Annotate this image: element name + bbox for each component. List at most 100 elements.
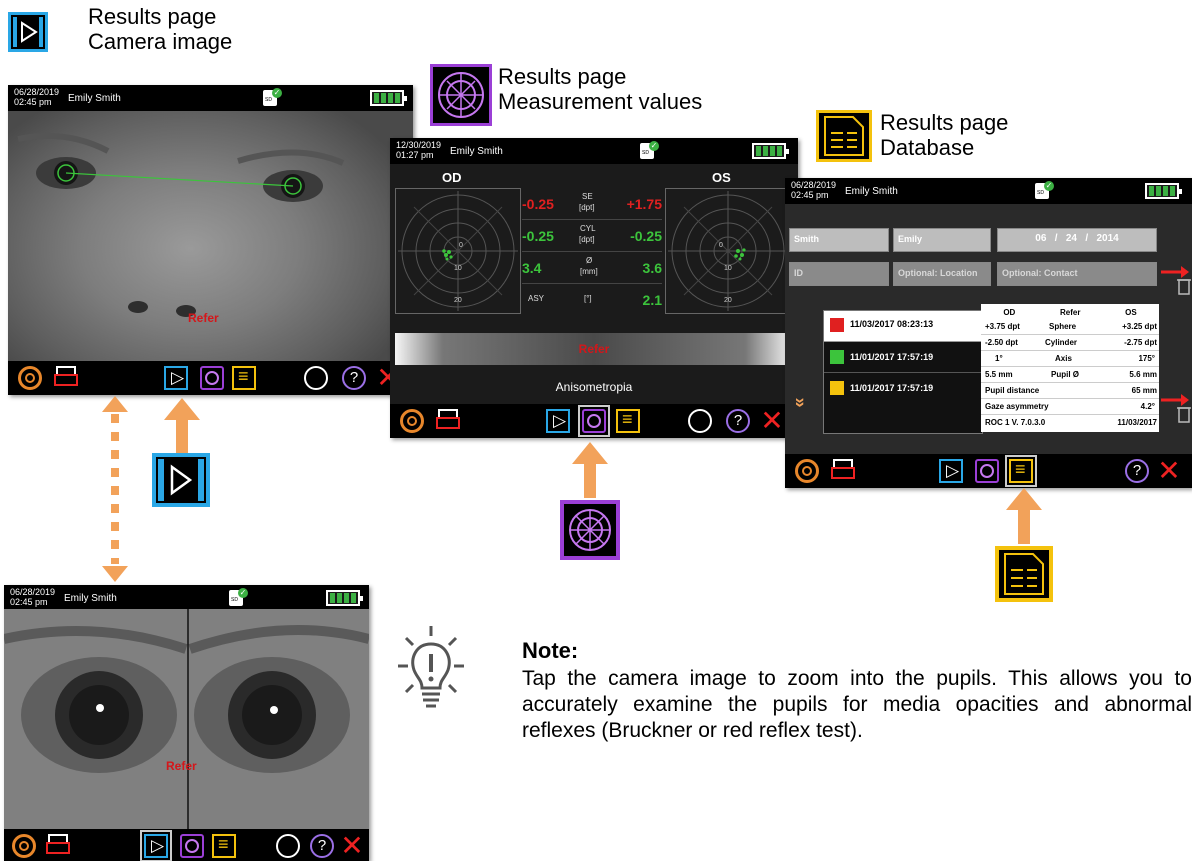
- close-icon[interactable]: ✕: [1157, 457, 1181, 485]
- date-time: 06/28/2019 02:45 pm: [14, 87, 60, 107]
- go-icon[interactable]: [304, 366, 328, 390]
- camera-image-tab-icon[interactable]: [939, 459, 963, 483]
- patient-name: Emily Smith: [68, 93, 121, 104]
- close-icon[interactable]: ✕: [760, 407, 784, 435]
- settings-gear-icon[interactable]: [18, 366, 42, 390]
- settings-gear-icon[interactable]: [12, 834, 36, 858]
- bottom-toolbar: ? ✕: [8, 361, 413, 395]
- database-tab-icon[interactable]: [1009, 459, 1033, 483]
- go-icon[interactable]: [688, 409, 712, 433]
- measurement-results-screen: 12/30/201901:27 pm Emily Smith ✓ OD OS 0…: [390, 138, 798, 438]
- sd-check-icon: ✓: [1044, 181, 1054, 191]
- date-time: 06/28/2019 02:45 pm: [10, 587, 56, 607]
- caption-line-2: Database: [880, 135, 975, 160]
- help-icon[interactable]: ?: [1125, 459, 1149, 483]
- polar-tick: 10: [454, 265, 462, 272]
- help-icon[interactable]: ?: [310, 834, 334, 858]
- settings-gear-icon[interactable]: [795, 459, 819, 483]
- zoomed-camera-image[interactable]: Refer: [4, 609, 369, 829]
- measurement-values-tab-icon[interactable]: [975, 459, 999, 483]
- detail-row: -2.50 dpt Cylinder -2.75 dpt: [981, 335, 1159, 351]
- measurement-values-tab-icon[interactable]: [180, 834, 204, 858]
- battery-icon: [752, 143, 789, 159]
- diagnosis-text: Anisometropia: [555, 380, 633, 394]
- help-icon[interactable]: ?: [726, 409, 750, 433]
- status-bar: 06/28/201902:45 pm Emily Smith ✓: [785, 178, 1192, 204]
- pointer-arrow: [572, 442, 608, 498]
- row-unit: [°]: [584, 294, 592, 303]
- database-caption: Results page Database: [880, 110, 1008, 160]
- od-header: OD: [1003, 308, 1016, 317]
- database-icon: [995, 546, 1053, 602]
- list-item[interactable]: 11/01/2017 17:57:19: [824, 342, 982, 373]
- sd-check-icon: ✓: [649, 141, 659, 151]
- note-body: Tap the camera image to zoom into the pu…: [522, 667, 1192, 742]
- measurement-row: ASY [°] 2.1: [522, 284, 662, 315]
- camera-image-tab-icon[interactable]: [164, 366, 188, 390]
- detail-row: Gaze asymmetry 4.2°: [981, 399, 1159, 415]
- camera-results-screen: 06/28/201902:45 pm Emily Smith ✓ Refer ?: [8, 85, 413, 395]
- detail-row: 1° Axis 175°: [981, 351, 1159, 367]
- list-item[interactable]: 11/01/2017 17:57:19: [824, 373, 982, 403]
- detail-row: +3.75 dpt Sphere +3.25 dpt: [981, 319, 1159, 335]
- first-name-field[interactable]: Emily: [893, 228, 991, 252]
- record-color-swatch: [830, 381, 844, 395]
- record-detail-card: OD Refer OS +3.75 dpt Sphere +3.25 dpt -2.…: [981, 304, 1159, 432]
- database-tab-icon[interactable]: [212, 834, 236, 858]
- contact-field[interactable]: Optional: Contact: [997, 262, 1157, 286]
- measurement-table: -0.25 SE [dpt] +1.75 -0.25 CYL [dpt] -0.…: [522, 188, 662, 315]
- od-value: -0.25: [522, 228, 554, 244]
- measurement-values-icon: [430, 64, 492, 126]
- detail-header: OD Refer OS: [981, 304, 1159, 319]
- location-field[interactable]: Optional: Location: [893, 262, 991, 286]
- measurement-values-tab-icon[interactable]: [582, 409, 606, 433]
- result-header: Refer: [1059, 308, 1081, 317]
- printer-icon[interactable]: [54, 366, 78, 386]
- os-label: OS: [712, 170, 731, 185]
- measurement-values-icon: [560, 500, 620, 560]
- last-name-field[interactable]: Smith: [789, 228, 889, 252]
- pointer-arrow: [164, 398, 200, 454]
- os-value: 3.6: [642, 260, 662, 276]
- close-icon[interactable]: ✕: [340, 832, 364, 860]
- printer-icon[interactable]: [436, 409, 460, 429]
- camera-image[interactable]: Refer: [8, 111, 413, 361]
- battery-icon: [370, 90, 407, 106]
- caption-line-2: Camera image: [88, 29, 233, 54]
- patient-name: Emily Smith: [64, 593, 117, 604]
- help-icon[interactable]: ?: [342, 366, 366, 390]
- printer-icon[interactable]: [831, 459, 855, 479]
- sd-check-icon: ✓: [238, 588, 248, 598]
- list-item[interactable]: 11/03/2017 08:23:13: [824, 311, 982, 342]
- database-tab-icon[interactable]: [232, 366, 256, 390]
- measurement-row: -0.25 SE [dpt] +1.75: [522, 188, 662, 220]
- settings-gear-icon[interactable]: [400, 409, 424, 433]
- caption-line-1: Results page: [880, 110, 1009, 135]
- battery-icon: [1145, 183, 1182, 199]
- pointer-arrow: [1006, 488, 1042, 544]
- lightbulb-icon: [398, 626, 464, 708]
- chevron-down-icon[interactable]: »: [790, 397, 811, 407]
- camera-image-tab-icon[interactable]: [546, 409, 570, 433]
- polar-tick: 0: [459, 242, 463, 249]
- od-value: 3.4: [522, 260, 542, 276]
- os-polar-plot: 0 10 20: [665, 188, 791, 314]
- go-icon[interactable]: [276, 834, 300, 858]
- sd-check-icon: ✓: [272, 88, 282, 98]
- camera-image-tab-icon[interactable]: [144, 834, 168, 858]
- camera-image-icon: [152, 453, 210, 507]
- polar-tick: 10: [724, 265, 732, 272]
- database-tab-icon[interactable]: [616, 409, 640, 433]
- measurement-row: 3.4 Ø [mm] 3.6: [522, 252, 662, 284]
- measurement-caption: Results page Measurement values: [498, 64, 702, 114]
- measurement-values-tab-icon[interactable]: [200, 366, 224, 390]
- detail-row: Pupil distance 65 mm: [981, 383, 1159, 399]
- screening-result: Refer: [166, 759, 197, 773]
- transfer-delete-icon[interactable]: [1161, 258, 1191, 298]
- date-of-birth-field[interactable]: 06 / 24 / 2014: [997, 228, 1157, 252]
- id-field[interactable]: ID: [789, 262, 889, 286]
- printer-icon[interactable]: [46, 834, 70, 854]
- transfer-delete-icon[interactable]: [1161, 386, 1191, 426]
- battery-icon: [326, 590, 363, 606]
- bottom-toolbar: ? ✕: [785, 454, 1192, 488]
